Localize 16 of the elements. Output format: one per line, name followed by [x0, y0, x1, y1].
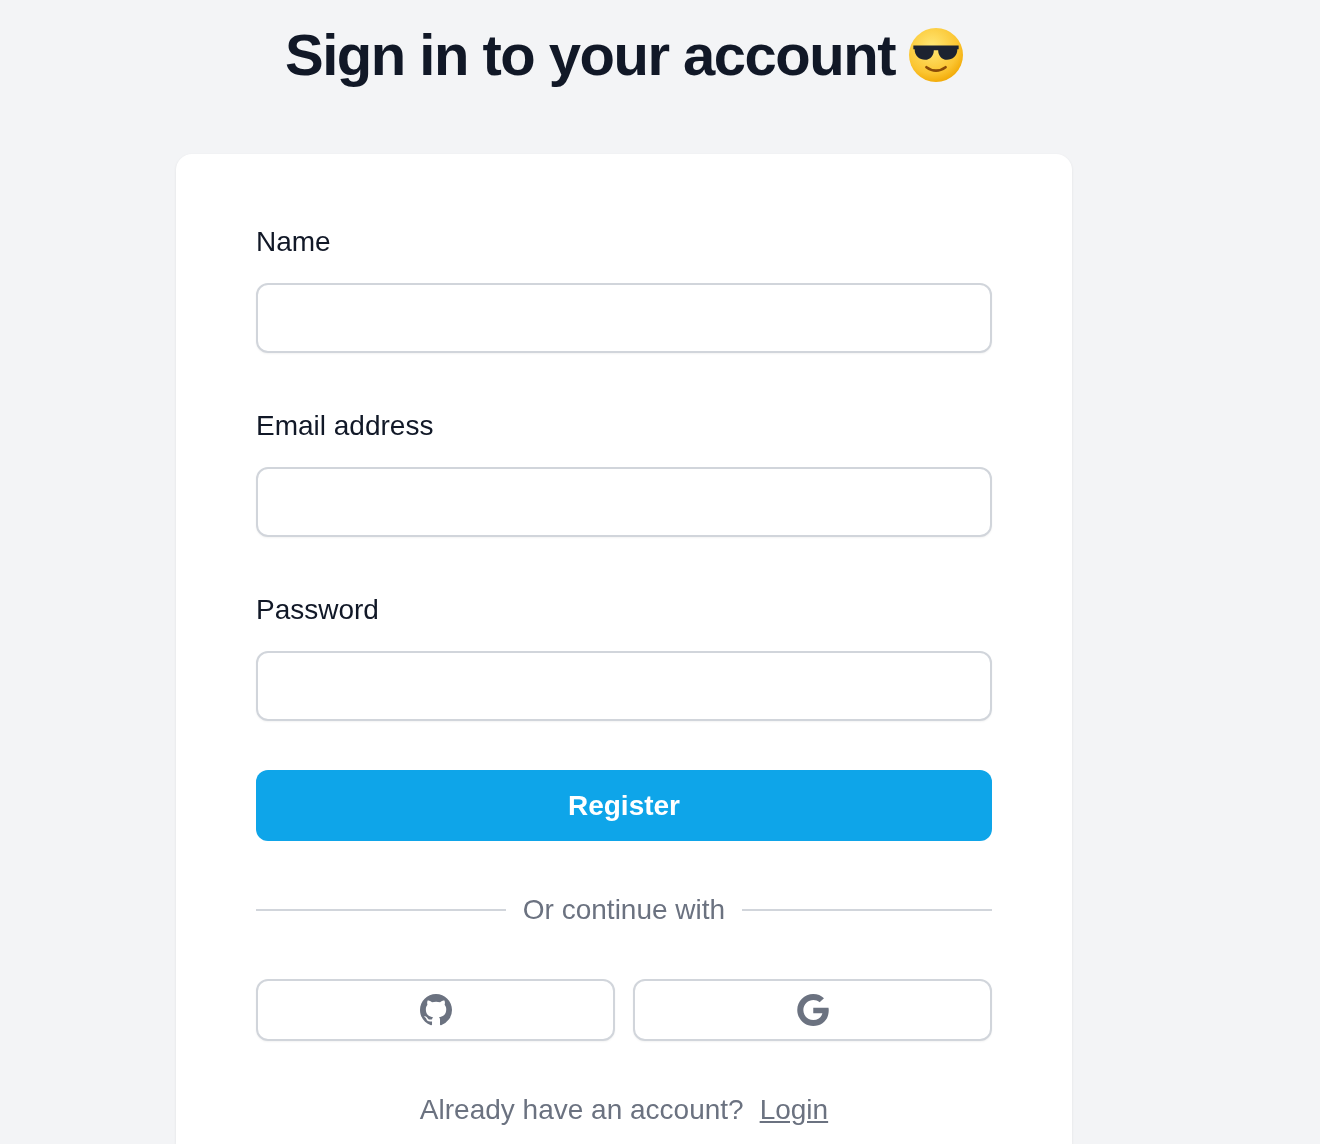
google-login-button[interactable] — [633, 979, 992, 1041]
google-logo-icon — [796, 994, 829, 1026]
text-input-field[interactable] — [256, 283, 992, 353]
divider-text: Or continue with — [522, 893, 726, 927]
field-label: Email address — [256, 409, 434, 443]
text-input-field[interactable] — [256, 651, 992, 721]
text-input-field[interactable] — [256, 467, 992, 537]
page-title: Sign in to your account — [285, 22, 895, 88]
field-label: Password — [256, 593, 379, 627]
login-link[interactable]: Login — [759, 1090, 829, 1130]
sunglasses-face-icon — [909, 28, 963, 82]
github-login-button[interactable] — [256, 979, 615, 1041]
github-logo-icon — [419, 994, 452, 1026]
field-label: Name — [256, 225, 331, 259]
account-prompt: Already have an account? — [419, 1093, 744, 1127]
register-button[interactable]: Register — [256, 770, 992, 841]
